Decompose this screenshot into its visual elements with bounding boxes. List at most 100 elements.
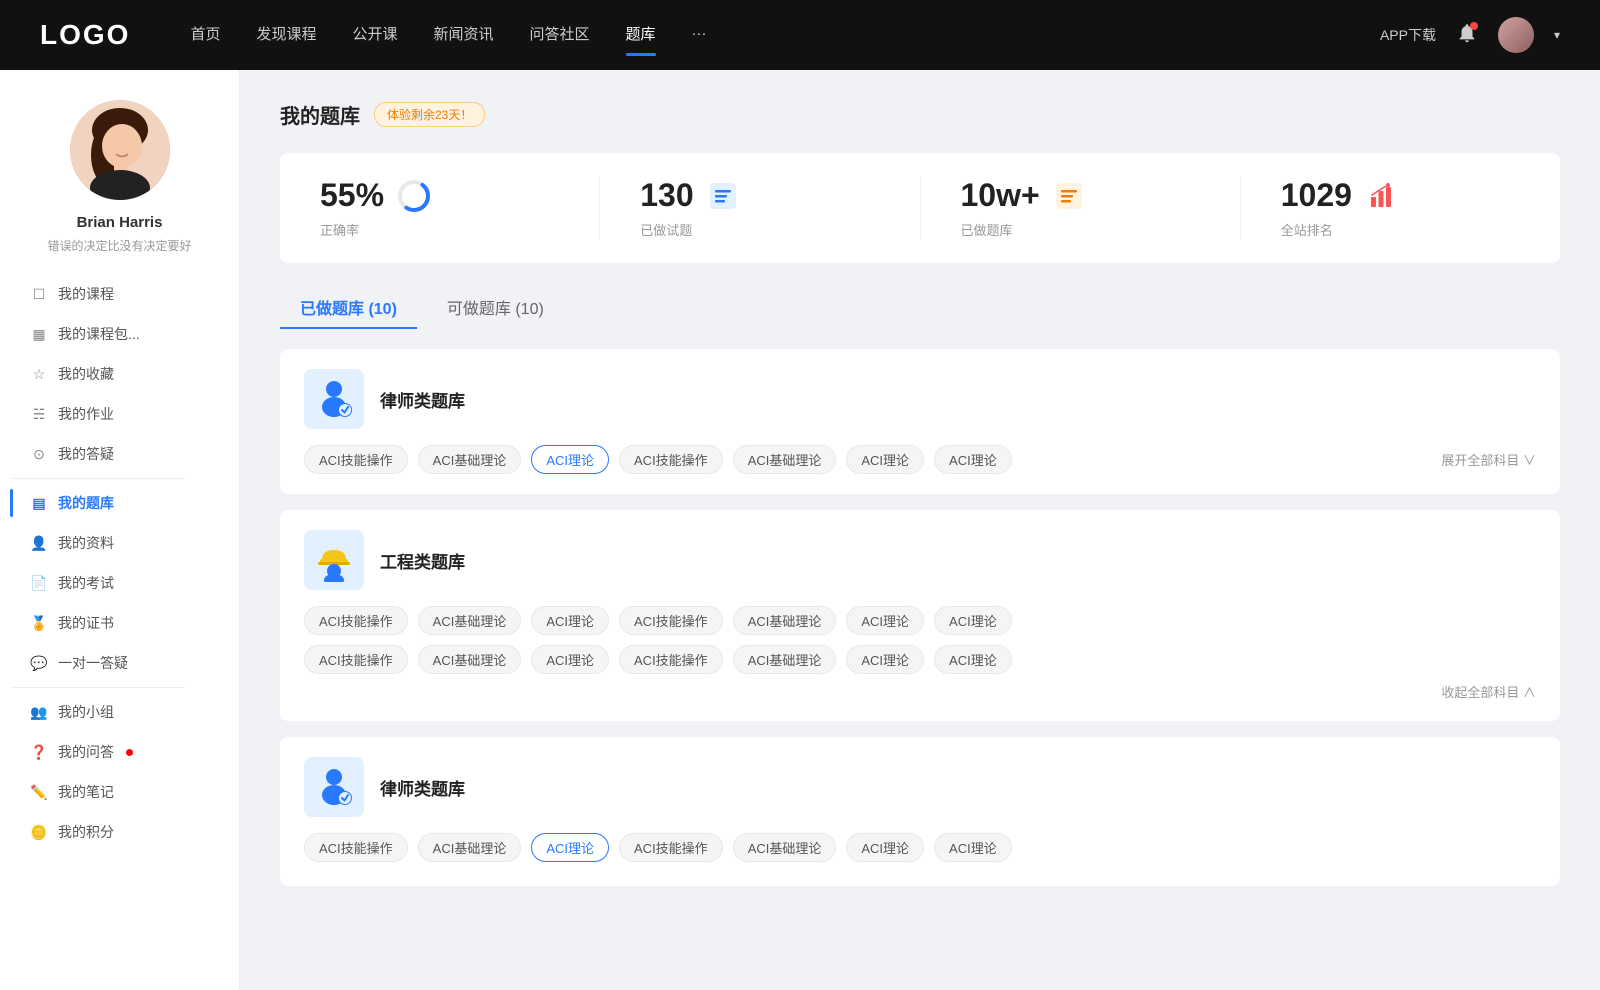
tag-eng-r1-6[interactable]: ACI理论 <box>934 606 1012 635</box>
tag-lawyer-1-6[interactable]: ACI理论 <box>934 445 1012 474</box>
main-content: 我的题库 体验剩余23天！ 55% 正确率 <box>240 70 1600 990</box>
logo: LOGO <box>40 19 130 51</box>
bell-dot <box>1470 22 1478 30</box>
sidebar-item-my-points[interactable]: 🪙 我的积分 <box>10 812 229 852</box>
tags-row-engineer-2: ACI技能操作 ACI基础理论 ACI理论 ACI技能操作 ACI基础理论 AC… <box>304 645 1536 674</box>
tag-lawyer-2-3[interactable]: ACI技能操作 <box>619 833 723 862</box>
sidebar-item-my-qbank[interactable]: ▤ 我的题库 <box>10 483 229 523</box>
stat-rank-top: 1029 <box>1281 177 1398 214</box>
tag-lawyer-2-2[interactable]: ACI理论 <box>531 833 609 862</box>
note-icon: ✏️ <box>30 783 48 801</box>
tag-eng-r2-2[interactable]: ACI理论 <box>531 645 609 674</box>
tag-lawyer-1-2[interactable]: ACI理论 <box>531 445 609 474</box>
sidebar-menu: ☐ 我的课程 ▦ 我的课程包... ☆ 我的收藏 ☵ 我的作业 ⊙ 我的答疑 ▤ <box>0 274 239 852</box>
sidebar-item-favorites[interactable]: ☆ 我的收藏 <box>10 354 229 394</box>
lawyer-icon-wrap-2 <box>304 757 364 817</box>
nav-qbank[interactable]: 题库 <box>626 23 656 48</box>
sidebar-label-my-points: 我的积分 <box>58 822 114 842</box>
sidebar-item-my-profile[interactable]: 👤 我的资料 <box>10 523 229 563</box>
engineer-icon <box>312 538 356 582</box>
stat-done-banks-value: 10w+ <box>961 177 1040 214</box>
user-icon: 👤 <box>30 534 48 552</box>
stat-done-banks-label: 已做题库 <box>961 220 1013 239</box>
page-header: 我的题库 体验剩余23天！ <box>280 100 1560 129</box>
qbank-header-engineer: 工程类题库 <box>304 530 1536 590</box>
navbar-menu: 首页 发现课程 公开课 新闻资讯 问答社区 题库 ··· <box>190 23 1380 48</box>
sidebar: Brian Harris 错误的决定比没有决定要好 ☐ 我的课程 ▦ 我的课程包… <box>0 70 240 990</box>
tags-row-lawyer-1: ACI技能操作 ACI基础理论 ACI理论 ACI技能操作 ACI基础理论 AC… <box>304 445 1536 474</box>
tag-eng-r2-1[interactable]: ACI基础理论 <box>418 645 522 674</box>
user-avatar[interactable] <box>1498 17 1534 53</box>
tag-eng-r1-2[interactable]: ACI理论 <box>531 606 609 635</box>
qbank-title-lawyer-1: 律师类题库 <box>380 387 465 412</box>
sidebar-item-my-questions[interactable]: ❓ 我的问答 <box>10 732 229 772</box>
nav-qa[interactable]: 问答社区 <box>530 23 590 48</box>
sidebar-label-my-group: 我的小组 <box>58 702 114 722</box>
tag-lawyer-1-4[interactable]: ACI基础理论 <box>733 445 837 474</box>
nav-more[interactable]: ··· <box>692 25 707 46</box>
avatar-image <box>70 100 170 200</box>
tag-lawyer-2-1[interactable]: ACI基础理论 <box>418 833 522 862</box>
tag-eng-r1-3[interactable]: ACI技能操作 <box>619 606 723 635</box>
trial-badge: 体验剩余23天！ <box>374 102 485 127</box>
navbar: LOGO 首页 发现课程 公开课 新闻资讯 问答社区 题库 ··· APP下载 … <box>0 0 1600 70</box>
tag-eng-r1-5[interactable]: ACI理论 <box>846 606 924 635</box>
collapse-engineer-label[interactable]: 收起全部科目 ∧ <box>1441 682 1536 701</box>
chart-red-icon <box>1364 179 1398 213</box>
tag-lawyer-2-6[interactable]: ACI理论 <box>934 833 1012 862</box>
tag-lawyer-1-0[interactable]: ACI技能操作 <box>304 445 408 474</box>
tag-lawyer-2-0[interactable]: ACI技能操作 <box>304 833 408 862</box>
tag-eng-r2-5[interactable]: ACI理论 <box>846 645 924 674</box>
stat-accuracy: 55% 正确率 <box>280 177 600 239</box>
lawyer-icon-wrap-1 <box>304 369 364 429</box>
expand-lawyer-1[interactable]: 展开全部科目 ∨ <box>1441 450 1536 469</box>
sidebar-item-my-group[interactable]: 👥 我的小组 <box>10 692 229 732</box>
sidebar-item-one-on-one[interactable]: 💬 一对一答疑 <box>10 643 229 683</box>
tag-lawyer-2-4[interactable]: ACI基础理论 <box>733 833 837 862</box>
sidebar-item-homework[interactable]: ☵ 我的作业 <box>10 394 229 434</box>
qbank-card-lawyer-1: 律师类题库 ACI技能操作 ACI基础理论 ACI理论 ACI技能操作 ACI基… <box>280 349 1560 494</box>
sidebar-item-my-notes[interactable]: ✏️ 我的笔记 <box>10 772 229 812</box>
stat-rank-value: 1029 <box>1281 177 1352 214</box>
lawyer-icon-2 <box>312 765 356 809</box>
sidebar-item-my-qa[interactable]: ⊙ 我的答疑 <box>10 434 229 474</box>
sidebar-label-my-profile: 我的资料 <box>58 533 114 553</box>
stat-rank-label: 全站排名 <box>1281 220 1333 239</box>
tag-eng-r2-6[interactable]: ACI理论 <box>934 645 1012 674</box>
tag-lawyer-2-5[interactable]: ACI理论 <box>846 833 924 862</box>
donut-chart <box>396 178 432 214</box>
qbank-header-lawyer-1: 律师类题库 <box>304 369 1536 429</box>
sidebar-label-my-questions: 我的问答 <box>58 742 114 762</box>
user-dropdown-chevron[interactable]: ▾ <box>1554 28 1560 42</box>
tag-eng-r1-1[interactable]: ACI基础理论 <box>418 606 522 635</box>
tab-available-banks[interactable]: 可做题库 (10) <box>427 287 564 327</box>
sidebar-label-homework: 我的作业 <box>58 404 114 424</box>
nav-discover[interactable]: 发现课程 <box>256 23 316 48</box>
nav-home[interactable]: 首页 <box>190 23 220 48</box>
list-orange-icon <box>1052 179 1086 213</box>
sidebar-item-my-course[interactable]: ☐ 我的课程 <box>10 274 229 314</box>
sidebar-divider-2 <box>10 687 185 688</box>
tag-eng-r2-4[interactable]: ACI基础理论 <box>733 645 837 674</box>
notification-bell[interactable] <box>1456 22 1478 49</box>
tag-eng-r2-0[interactable]: ACI技能操作 <box>304 645 408 674</box>
stat-done-questions-value: 130 <box>640 177 693 214</box>
tag-eng-r2-3[interactable]: ACI技能操作 <box>619 645 723 674</box>
qbank-title-engineer: 工程类题库 <box>380 548 465 573</box>
tab-done-banks[interactable]: 已做题库 (10) <box>280 287 417 327</box>
tag-lawyer-1-5[interactable]: ACI理论 <box>846 445 924 474</box>
tag-eng-r1-4[interactable]: ACI基础理论 <box>733 606 837 635</box>
sidebar-item-course-package[interactable]: ▦ 我的课程包... <box>10 314 229 354</box>
sidebar-item-my-cert[interactable]: 🏅 我的证书 <box>10 603 229 643</box>
app-download[interactable]: APP下载 <box>1380 25 1436 45</box>
nav-opencourse[interactable]: 公开课 <box>352 23 397 48</box>
question-icon: ⊙ <box>30 445 48 463</box>
sidebar-item-my-exam[interactable]: 📄 我的考试 <box>10 563 229 603</box>
qbank-title-lawyer-2: 律师类题库 <box>380 775 465 800</box>
tag-lawyer-1-1[interactable]: ACI基础理论 <box>418 445 522 474</box>
tag-eng-r1-0[interactable]: ACI技能操作 <box>304 606 408 635</box>
chat-icon: 💬 <box>30 654 48 672</box>
nav-news[interactable]: 新闻资讯 <box>434 23 494 48</box>
star-icon: ☆ <box>30 365 48 383</box>
tag-lawyer-1-3[interactable]: ACI技能操作 <box>619 445 723 474</box>
